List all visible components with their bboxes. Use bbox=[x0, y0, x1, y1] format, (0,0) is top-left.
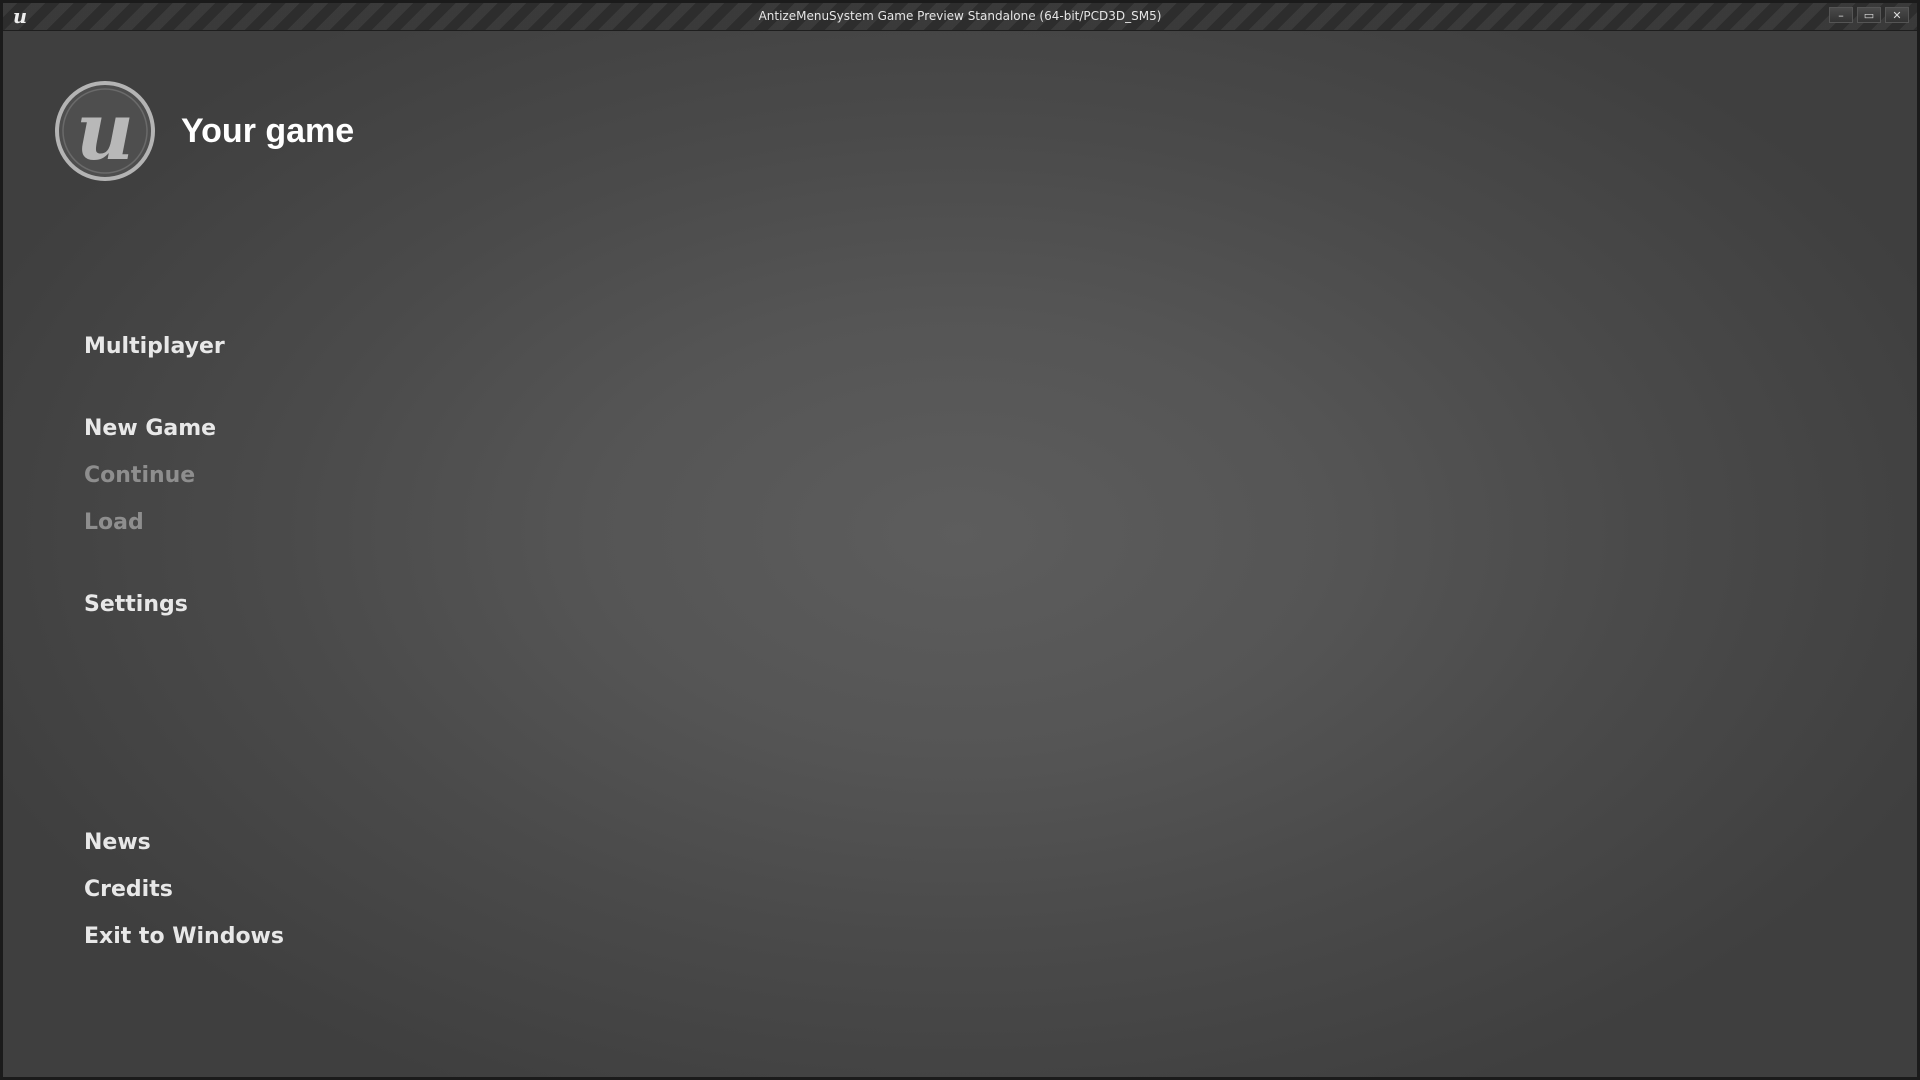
svg-text:u: u bbox=[76, 84, 134, 178]
game-viewport: u Your game Multiplayer New Game Continu… bbox=[3, 31, 1917, 1077]
window-controls: – ▭ ✕ bbox=[1829, 7, 1909, 23]
unreal-logo-icon: u bbox=[55, 81, 155, 181]
news-button[interactable]: News bbox=[84, 830, 151, 855]
game-window: u AntizeMenuSystem Game Preview Standalo… bbox=[0, 0, 1920, 1080]
settings-button[interactable]: Settings bbox=[84, 592, 188, 617]
maximize-button[interactable]: ▭ bbox=[1857, 7, 1881, 23]
exit-to-windows-button[interactable]: Exit to Windows bbox=[84, 924, 284, 949]
load-button: Load bbox=[84, 510, 144, 535]
continue-button: Continue bbox=[84, 463, 196, 488]
window-titlebar[interactable]: u AntizeMenuSystem Game Preview Standalo… bbox=[3, 3, 1917, 31]
game-title: Your game bbox=[181, 111, 355, 150]
new-game-button[interactable]: New Game bbox=[84, 416, 216, 441]
minimize-button[interactable]: – bbox=[1829, 7, 1853, 23]
multiplayer-button[interactable]: Multiplayer bbox=[84, 334, 225, 359]
credits-button[interactable]: Credits bbox=[84, 877, 173, 902]
close-button[interactable]: ✕ bbox=[1885, 7, 1909, 23]
brand-header: u Your game bbox=[53, 79, 354, 183]
window-title: AntizeMenuSystem Game Preview Standalone… bbox=[758, 9, 1162, 23]
